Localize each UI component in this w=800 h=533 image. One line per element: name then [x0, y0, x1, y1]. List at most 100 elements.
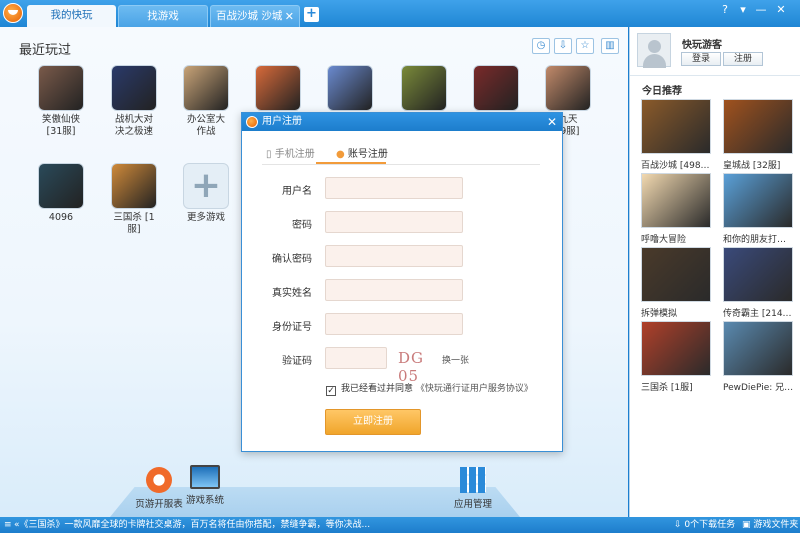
game-tile[interactable]: 4096 [31, 163, 91, 224]
game-icon [183, 65, 229, 111]
dialog-title-bar: 用户注册 ✕ [242, 113, 562, 131]
recommend-title: 今日推荐 [642, 86, 682, 97]
game-name: 办公室大 作战 [186, 114, 225, 137]
tab-find-games[interactable]: 找游戏 [118, 5, 208, 27]
avatar[interactable] [637, 33, 671, 68]
game-tile[interactable]: 三国杀 [1 服] [104, 163, 164, 236]
field-input[interactable] [325, 177, 463, 199]
recommend-item[interactable]: 百战沙城 [498… [641, 99, 714, 171]
recommend-item[interactable]: 呼噜大冒险 [641, 173, 714, 245]
active-tab-indicator [316, 162, 386, 164]
captcha-image: DG 05 [398, 349, 425, 385]
field-label: 确认密码 [272, 254, 312, 265]
game-name: 4096 [48, 212, 74, 223]
recommend-thumbnail [641, 321, 711, 376]
close-window-button[interactable]: ✕ [772, 2, 790, 18]
game-icon [38, 163, 84, 209]
title-bar: 我的快玩 找游戏 百战沙城 沙城4… ✕ + ? ▾ — ✕ [0, 0, 800, 43]
login-button[interactable]: 登录 [681, 52, 721, 66]
field-input[interactable] [325, 211, 463, 233]
agree-text: 我已经看过并同意 [341, 384, 414, 394]
game-tile[interactable] [320, 65, 380, 114]
game-icon [255, 65, 301, 111]
agree-checkbox[interactable]: ✓ [326, 386, 336, 396]
monitor-icon [190, 465, 220, 489]
game-icon [111, 65, 157, 111]
field-label: 真实姓名 [272, 288, 312, 299]
field-input[interactable] [325, 245, 463, 267]
recommend-name: 百战沙城 [498… [641, 161, 710, 171]
register-dialog: 用户注册 ✕ ▯ 手机注册 ● 账号注册 用户名 密码 确认密码 真实姓名 身份证号 验证… [241, 112, 563, 452]
app-grid-icon [460, 467, 486, 493]
game-tile[interactable]: 办公室大 作战 [176, 65, 236, 138]
dock-label: 游戏系统 [185, 495, 224, 506]
agreement: ✓ 我已经看过并同意 《快玩通行证用户服务协议》 [326, 381, 533, 396]
tab-my-games[interactable]: 我的快玩 [27, 5, 116, 27]
game-icon [545, 65, 591, 111]
download-tasks[interactable]: ⇩ 0个下载任务 [674, 517, 735, 533]
recommend-item[interactable]: PewDiePie: 兄… [723, 321, 796, 393]
right-sidebar: 快玩游客 登录 注册 今日推荐 百战沙城 [498… 皇城战 [32服] 呼噜大冒险… [629, 27, 800, 517]
field-input[interactable] [325, 279, 463, 301]
recommend-thumbnail [641, 173, 711, 228]
game-icon [401, 65, 447, 111]
dialog-title: 用户注册 [262, 116, 302, 127]
recommend-item[interactable]: 皇城战 [32服] [723, 99, 796, 171]
recommend-item[interactable]: 三国杀 [1服] [641, 321, 714, 393]
game-folder[interactable]: ▣ 游戏文件夹 [742, 517, 798, 533]
field-input[interactable] [325, 347, 387, 369]
dock-label: 应用管理 [453, 499, 492, 510]
register-submit-button[interactable]: 立即注册 [325, 409, 421, 435]
recommend-thumbnail [641, 247, 711, 302]
star-icon[interactable]: ☆ [576, 38, 594, 54]
menu-dropdown-icon[interactable]: ▾ [734, 2, 752, 18]
download-icon[interactable]: ⇩ [554, 38, 572, 54]
dock-app-manager[interactable]: 应用管理 [438, 467, 508, 510]
dialog-logo-icon [246, 116, 258, 128]
field-input[interactable] [325, 313, 463, 335]
agreement-link[interactable]: 《快玩通行证用户服务协议》 [416, 384, 533, 394]
sidebar-divider [630, 75, 800, 76]
tab-game-page[interactable]: 百战沙城 沙城4… ✕ [210, 5, 300, 43]
game-name: 笑傲仙侠 [31服] [41, 114, 80, 137]
news-marquee[interactable]: «《三国杀》一款风靡全球的卡牌社交桌游，百万名将任由你搭配，禁缝争霸，等你决战.… [14, 517, 370, 533]
phone-icon: ▯ [266, 149, 272, 160]
tab-phone-register[interactable]: ▯ 手机注册 [266, 145, 315, 160]
dock-game-system[interactable]: 游戏系统 [170, 465, 240, 506]
game-icon [473, 65, 519, 111]
tab-label: 我的快玩 [50, 9, 93, 21]
tab-account-register[interactable]: ● 账号注册 [336, 145, 388, 160]
add-tab-button[interactable]: + [304, 7, 319, 22]
game-tile[interactable] [248, 65, 308, 114]
game-name: 更多游戏 [186, 212, 225, 223]
clock-icon[interactable]: ◷ [532, 38, 550, 54]
recommend-name: 三国杀 [1服] [641, 383, 693, 393]
recommend-thumbnail [723, 173, 793, 228]
game-name: 战机大对 决之极速 [114, 114, 153, 137]
help-icon[interactable]: ? [716, 2, 734, 18]
game-tile[interactable] [394, 65, 454, 114]
recommend-item[interactable]: 拆弹模拟 [641, 247, 714, 319]
news-icon: ≡ [4, 520, 12, 530]
field-label: 密码 [292, 220, 312, 231]
gamepad-icon [146, 467, 172, 493]
recommend-thumbnail [723, 99, 793, 154]
recommend-item[interactable]: 和你的朋友打… [723, 173, 796, 245]
game-tile[interactable]: 战机大对 决之极速 [104, 65, 164, 138]
game-tile[interactable] [466, 65, 526, 114]
recommend-thumbnail [641, 99, 711, 154]
recommend-name: PewDiePie: 兄… [723, 383, 794, 393]
recommend-item[interactable]: 传奇霸主 [214… [723, 247, 796, 319]
minimize-button[interactable]: — [752, 2, 770, 18]
field-label: 用户名 [282, 186, 312, 197]
dialog-close-icon[interactable]: ✕ [547, 113, 557, 131]
close-tab-icon[interactable]: ✕ [285, 6, 294, 27]
game-tile[interactable]: + 更多游戏 [176, 163, 236, 224]
refresh-captcha-link[interactable]: 换一张 [442, 353, 469, 366]
recommend-name: 拆弹模拟 [641, 309, 678, 319]
register-button[interactable]: 注册 [723, 52, 763, 66]
trash-icon[interactable]: ▥ [601, 38, 619, 54]
recent-games-title: 最近玩过 [19, 43, 72, 58]
recommend-name: 和你的朋友打… [723, 235, 787, 245]
game-tile[interactable]: 笑傲仙侠 [31服] [31, 65, 91, 138]
